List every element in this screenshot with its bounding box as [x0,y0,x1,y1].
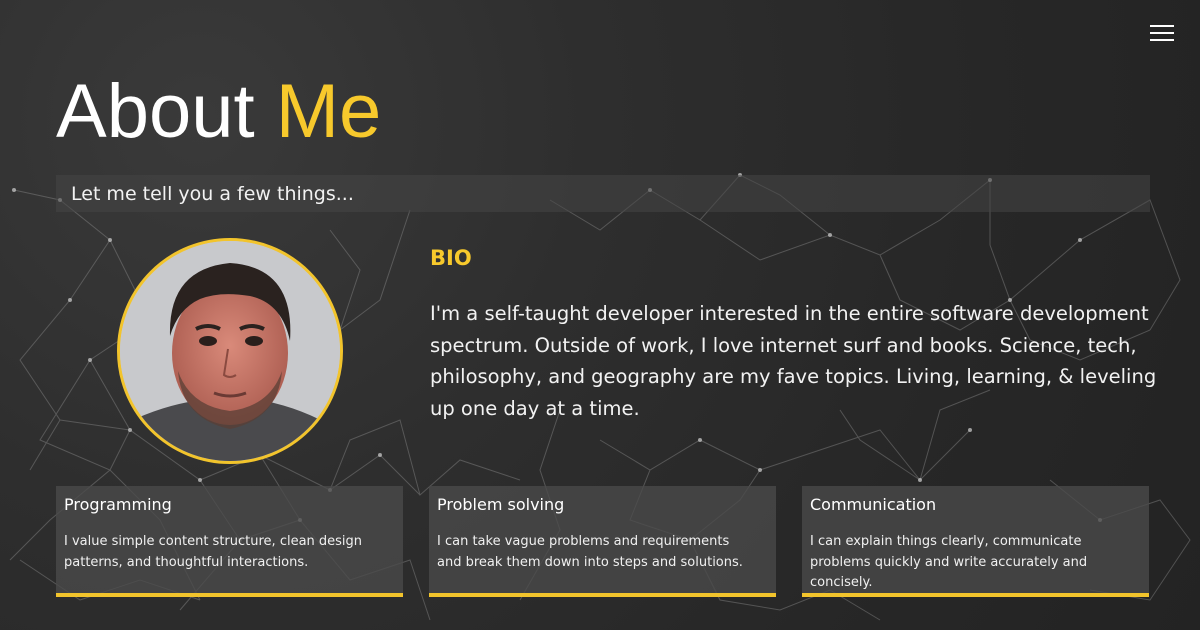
avatar [117,238,343,464]
menu-line [1150,25,1174,27]
skill-title: Programming [64,495,172,514]
skill-title: Problem solving [437,495,565,514]
skill-title: Communication [810,495,937,514]
menu-line [1150,39,1174,41]
title-part-1: About [56,69,255,154]
title-part-2: Me [275,69,382,154]
skill-description: I can explain things clearly, communicat… [810,534,1088,590]
skill-description: I can take vague problems and requiremen… [437,534,743,570]
skill-card-communication: Communication I can explain things clear… [802,486,1149,597]
bio-text: I'm a self-taught developer interested i… [430,302,1157,420]
skill-card-programming: Programming I value simple content struc… [56,486,403,597]
tagline: Let me tell you a few things... [71,183,354,205]
about-page: About Me Let me tell you a few things... [0,0,1200,630]
bio-heading: BIO [430,246,472,270]
skill-description: I value simple content structure, clean … [64,534,363,570]
skill-card-problem-solving: Problem solving I can take vague problem… [429,486,776,597]
page-title: About Me [56,74,381,150]
menu-line [1150,32,1174,34]
avatar-portrait [120,241,340,461]
hamburger-menu-icon[interactable] [1150,24,1174,42]
